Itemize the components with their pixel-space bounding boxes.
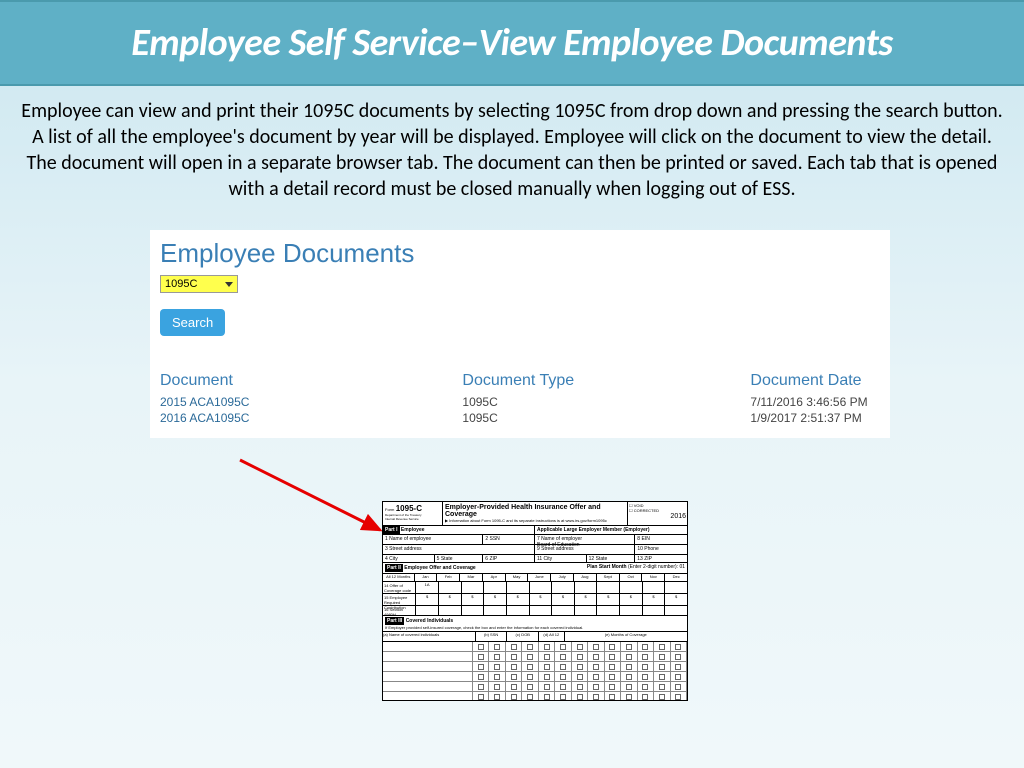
col-header-date: Document Date [750, 372, 880, 394]
document-type-cell: 1095C [462, 394, 750, 410]
document-link[interactable]: 2015 ACA1095C [160, 394, 462, 410]
table-row: 2015 ACA1095C 1095C 7/11/2016 3:46:56 PM [160, 394, 880, 410]
documents-table: Document Document Type Document Date 201… [160, 372, 880, 426]
dropdown-value: 1095C [165, 278, 197, 290]
arrow-icon [235, 455, 395, 545]
document-type-cell: 1095C [462, 410, 750, 426]
caret-down-icon [225, 282, 233, 287]
instruction-text: Employee can view and print their 1095C … [0, 86, 1024, 208]
document-date-cell: 7/11/2016 3:46:56 PM [750, 394, 880, 410]
col-header-document: Document [160, 372, 462, 394]
document-link[interactable]: 2016 ACA1095C [160, 410, 462, 426]
col-header-type: Document Type [462, 372, 750, 394]
document-date-cell: 1/9/2017 2:51:37 PM [750, 410, 880, 426]
table-row: 2016 ACA1095C 1095C 1/9/2017 2:51:37 PM [160, 410, 880, 426]
search-button[interactable]: Search [160, 309, 225, 336]
title-bar: Employee Self Service–View Employee Docu… [0, 0, 1024, 86]
employee-documents-panel: Employee Documents 1095C Search Document… [150, 230, 890, 438]
form-1095c-preview: Form 1095-C Department of the TreasuryIn… [382, 501, 688, 701]
panel-heading: Employee Documents [160, 238, 880, 269]
document-type-dropdown[interactable]: 1095C [160, 275, 238, 293]
page-title: Employee Self Service–View Employee Docu… [10, 20, 1014, 66]
